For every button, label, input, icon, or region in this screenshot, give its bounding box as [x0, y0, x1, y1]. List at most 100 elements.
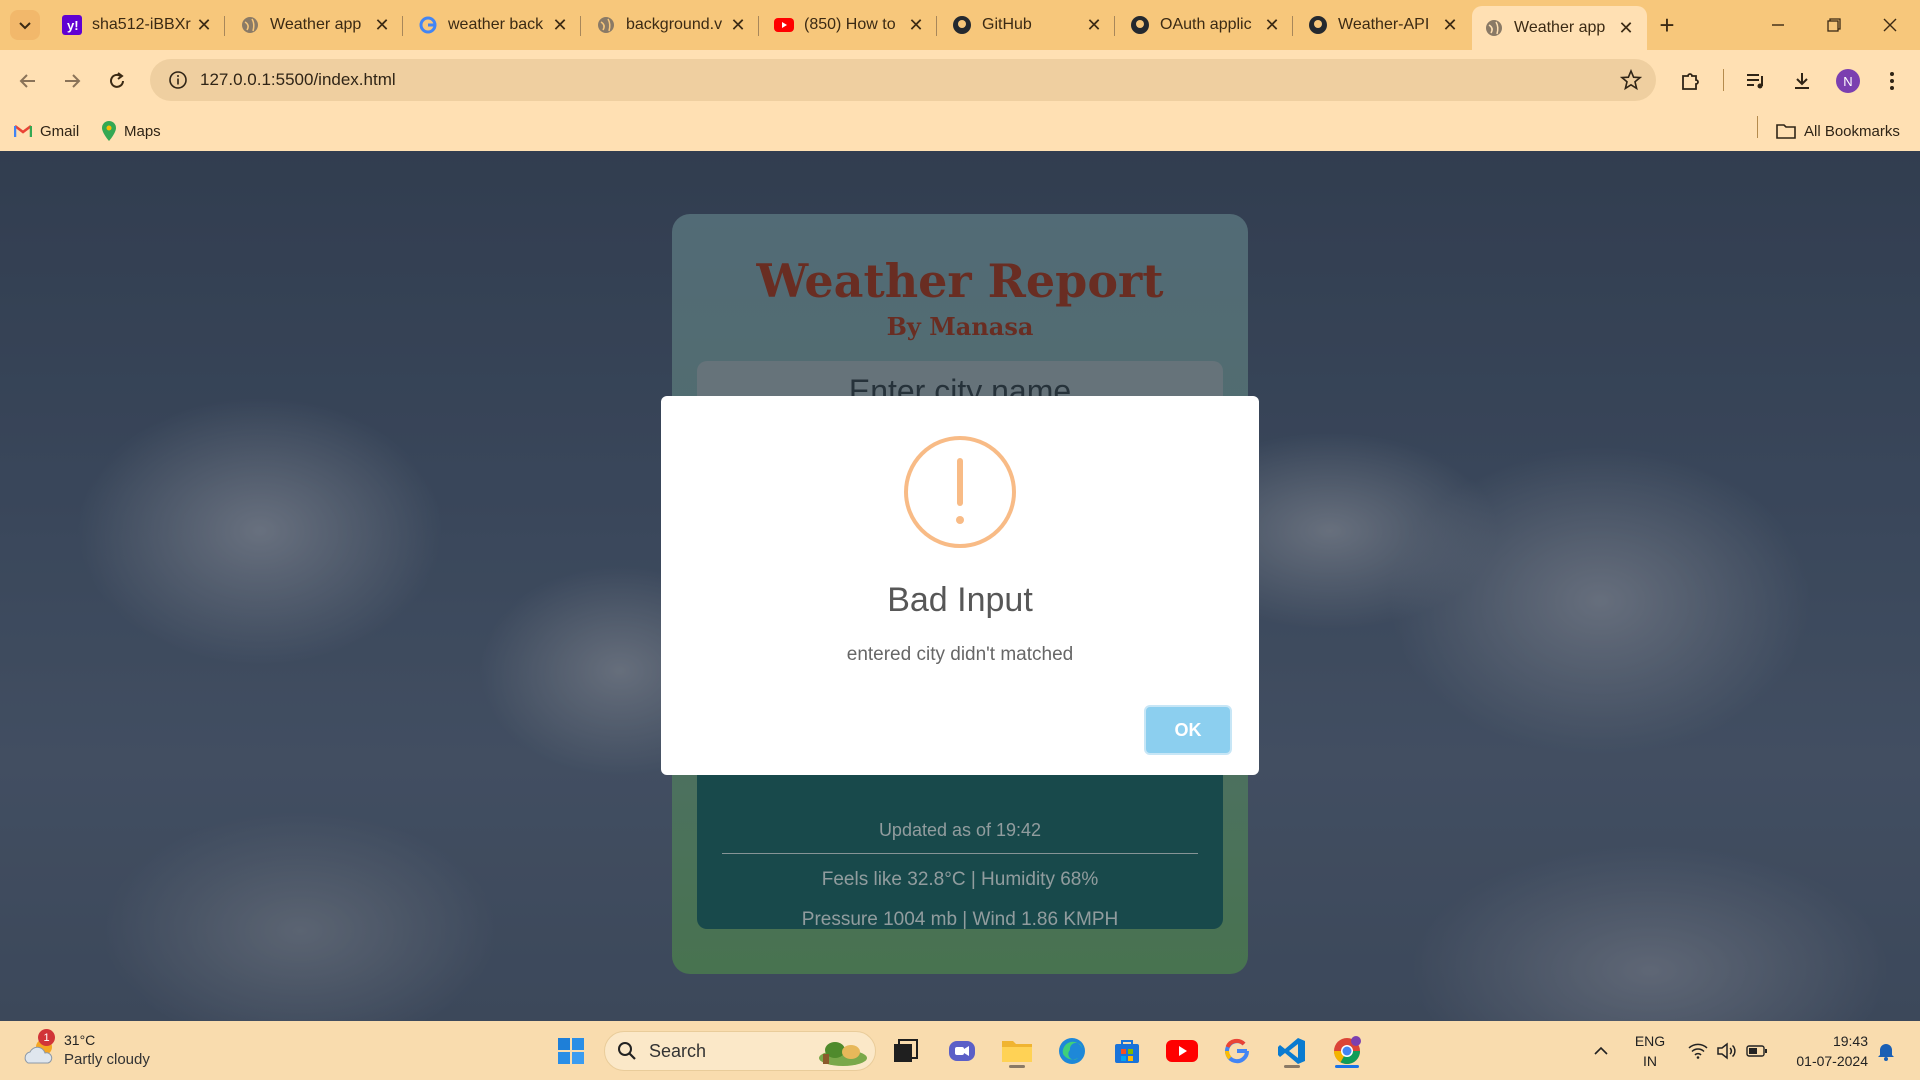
close-icon[interactable]: ✕: [1617, 18, 1635, 38]
tab-2[interactable]: Weather app ✕: [228, 6, 403, 44]
close-icon[interactable]: ✕: [729, 15, 747, 35]
google-button[interactable]: [1217, 1031, 1257, 1071]
media-controls-button[interactable]: [1738, 63, 1774, 99]
tab-7[interactable]: OAuth applic ✕: [1118, 6, 1293, 44]
chevron-up-icon: [1594, 1046, 1608, 1055]
tab-6[interactable]: GitHub ✕: [940, 6, 1115, 44]
task-view-icon: [894, 1039, 918, 1062]
all-bookmarks-button[interactable]: All Bookmarks: [1776, 118, 1900, 144]
taskbar: 1 31°C Partly cloudy Search ENG IN 19:43…: [0, 1021, 1920, 1080]
close-icon: [1883, 18, 1897, 32]
tab-3[interactable]: weather back ✕: [406, 6, 581, 44]
youtube-button[interactable]: [1162, 1031, 1202, 1071]
tab-divider: [936, 16, 937, 36]
forward-button[interactable]: [54, 63, 90, 99]
vscode-button[interactable]: [1272, 1031, 1312, 1071]
chrome-button[interactable]: [1327, 1031, 1367, 1071]
tab-title: Weather app: [1514, 19, 1606, 36]
weather-widget[interactable]: 1 31°C Partly cloudy: [22, 1029, 202, 1073]
tab-9-active[interactable]: Weather app ✕: [1472, 6, 1647, 50]
extensions-button[interactable]: [1673, 63, 1709, 99]
battery-icon: [1746, 1045, 1767, 1057]
bell-icon: [1878, 1044, 1894, 1061]
tab-8[interactable]: Weather-API ✕: [1296, 6, 1471, 44]
github-icon: [952, 15, 972, 35]
windows-icon: [558, 1038, 584, 1064]
reload-button[interactable]: [99, 63, 135, 99]
tab-title: Weather-API: [1338, 16, 1430, 33]
show-hidden-icons-button[interactable]: [1586, 1031, 1616, 1071]
svg-text:y!: y!: [67, 18, 79, 33]
close-icon[interactable]: ✕: [195, 15, 213, 35]
close-icon[interactable]: ✕: [1085, 15, 1103, 35]
bookmark-maps[interactable]: Maps: [102, 118, 161, 144]
close-icon[interactable]: ✕: [1263, 15, 1281, 35]
bookmark-gmail[interactable]: Gmail: [14, 118, 79, 144]
tab-5[interactable]: (850) How to ✕: [762, 6, 937, 44]
menu-button[interactable]: [1874, 63, 1910, 99]
close-window-button[interactable]: [1862, 6, 1918, 44]
globe-icon: [240, 15, 260, 35]
teams-button[interactable]: [942, 1031, 982, 1071]
notification-badge: 1: [38, 1029, 55, 1046]
start-button[interactable]: [551, 1031, 591, 1071]
address-bar[interactable]: 127.0.0.1:5500/index.html: [150, 59, 1656, 101]
tab-title: (850) How to: [804, 16, 896, 33]
downloads-button[interactable]: [1784, 63, 1820, 99]
ok-button[interactable]: OK: [1144, 705, 1232, 755]
tab-divider: [402, 16, 403, 36]
dialog-title: Bad Input: [887, 581, 1033, 619]
battery-status[interactable]: [1744, 1031, 1770, 1071]
edge-button[interactable]: [1052, 1031, 1092, 1071]
google-icon: [1225, 1038, 1250, 1064]
wifi-status[interactable]: [1686, 1031, 1710, 1071]
profile-button[interactable]: N: [1830, 63, 1866, 99]
site-info-icon[interactable]: [156, 70, 200, 90]
alert-dialog: Bad Input entered city didn't matched OK: [661, 396, 1259, 775]
tab-strip: y! sha512-iBBXr ✕ Weather app ✕ weather …: [0, 0, 1920, 50]
close-icon[interactable]: ✕: [907, 15, 925, 35]
tab-divider: [580, 16, 581, 36]
bookmark-star-icon[interactable]: [1619, 68, 1643, 96]
back-button[interactable]: [10, 63, 46, 99]
warning-icon: [904, 436, 1016, 548]
playlist-icon: [1747, 74, 1763, 89]
minimize-button[interactable]: [1750, 6, 1806, 44]
tab-title: background.v: [626, 16, 723, 33]
close-icon[interactable]: ✕: [373, 15, 391, 35]
clock-date: 01-07-2024: [1796, 1053, 1868, 1069]
clock[interactable]: 19:43 01-07-2024: [1786, 1031, 1868, 1071]
running-indicator: [1284, 1065, 1300, 1068]
url-text: 127.0.0.1:5500/index.html: [200, 70, 396, 89]
close-icon[interactable]: ✕: [1441, 15, 1459, 35]
file-explorer-button[interactable]: [997, 1031, 1037, 1071]
tab-divider: [1114, 16, 1115, 36]
folder-icon: [1776, 123, 1796, 139]
page-viewport: Weather Report By Manasa Updated as of 1…: [0, 151, 1920, 1021]
tab-1[interactable]: y! sha512-iBBXr ✕: [50, 6, 225, 44]
taskbar-search[interactable]: Search: [604, 1031, 876, 1071]
gmail-icon: [14, 124, 32, 138]
new-tab-button[interactable]: +: [1652, 10, 1682, 40]
running-indicator: [1009, 1065, 1025, 1068]
bookmark-label: Maps: [124, 122, 161, 140]
volume-status[interactable]: [1714, 1031, 1740, 1071]
speaker-icon: [1717, 1042, 1736, 1060]
tab-4[interactable]: background.v ✕: [584, 6, 759, 44]
store-button[interactable]: [1107, 1031, 1147, 1071]
active-indicator: [1335, 1065, 1359, 1068]
language-top: ENG: [1634, 1033, 1666, 1049]
notifications-button[interactable]: [1874, 1031, 1898, 1071]
puzzle-icon: [1682, 73, 1699, 90]
search-icon: [618, 1042, 636, 1060]
folder-icon: [1002, 1041, 1032, 1062]
language-indicator[interactable]: ENG IN: [1630, 1031, 1670, 1071]
restore-button[interactable]: [1806, 6, 1862, 44]
chrome-icon: [1333, 1036, 1361, 1065]
tab-search-button[interactable]: [10, 10, 40, 40]
task-view-button[interactable]: [886, 1031, 926, 1071]
avatar: N: [1836, 69, 1860, 93]
globe-icon: [1484, 18, 1504, 38]
clock-time: 19:43: [1832, 1033, 1868, 1049]
close-icon[interactable]: ✕: [551, 15, 569, 35]
